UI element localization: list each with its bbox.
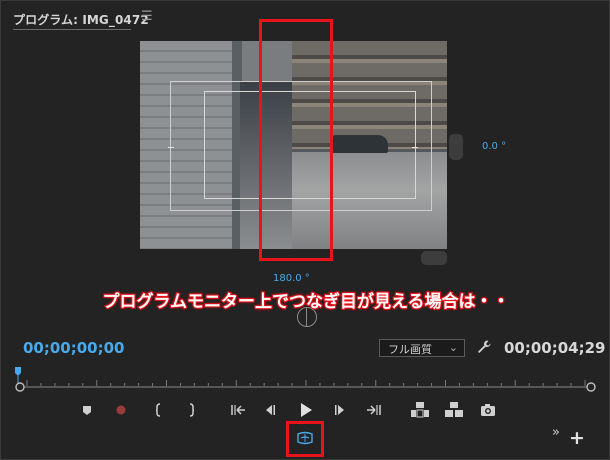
hamburger-icon[interactable]: ☰ — [141, 9, 153, 24]
in-point-handle[interactable] — [15, 382, 25, 392]
more-controls-icon[interactable]: » — [552, 425, 560, 440]
vr-guide-tick-right — [412, 147, 418, 148]
bracket-right-icon — [189, 403, 195, 417]
panel-tab-title[interactable]: プログラム: IMG_0472 — [13, 11, 149, 28]
lift-button[interactable] — [409, 399, 431, 421]
export-frame-button[interactable] — [477, 399, 499, 421]
lift-icon — [411, 402, 429, 418]
vertical-angle-readout[interactable]: 0.0 ° — [482, 141, 506, 152]
annotation-caption: プログラムモニター上でつなぎ目が見える場合は・・ — [102, 291, 511, 313]
current-timecode[interactable]: 00;00;00;00 — [23, 339, 125, 357]
vertical-angle-scroll[interactable] — [449, 134, 463, 160]
button-editor-plus-icon[interactable]: + — [569, 429, 585, 448]
go-to-in-button[interactable] — [226, 399, 248, 421]
step-back-button[interactable] — [258, 399, 280, 421]
vr-guide-tick-left — [168, 147, 174, 148]
horizontal-angle-scroll[interactable] — [421, 251, 447, 265]
record-button[interactable] — [110, 399, 132, 421]
out-point-handle[interactable] — [586, 382, 596, 392]
wrench-icon[interactable] — [475, 338, 493, 356]
extract-button[interactable] — [443, 399, 465, 421]
step-forward-icon — [335, 405, 344, 415]
mark-in-button[interactable] — [148, 399, 170, 421]
mark-out-button[interactable] — [180, 399, 202, 421]
go-to-out-button[interactable] — [364, 399, 386, 421]
play-button[interactable] — [294, 399, 316, 421]
seam-highlight-box — [259, 19, 333, 261]
horizontal-angle-readout[interactable]: 180.0 ° — [273, 273, 310, 284]
duration-timecode: 00;00;04;29 — [504, 339, 606, 357]
add-marker-button[interactable] — [76, 399, 98, 421]
program-monitor-panel: プログラム: IMG_0472 ☰ 0.0 ° 180.0 ° プログラムモニタ… — [0, 0, 610, 460]
chevron-down-icon: ⌄ — [448, 341, 458, 354]
step-forward-button[interactable] — [330, 399, 352, 421]
playback-resolution-value: フル画質 — [388, 343, 432, 356]
timeline-ruler[interactable] — [15, 367, 597, 397]
record-icon — [116, 405, 126, 415]
go-to-in-icon — [231, 405, 245, 415]
go-to-out-icon — [367, 405, 381, 415]
extract-icon — [445, 402, 463, 417]
vr-toggle-highlight-box — [286, 421, 324, 457]
marker-icon — [83, 406, 91, 415]
bracket-left-icon — [155, 403, 161, 417]
tab-underline — [13, 29, 131, 30]
play-icon — [301, 403, 312, 417]
playback-resolution-select[interactable]: フル画質 ⌄ — [379, 339, 465, 357]
camera-icon — [481, 404, 495, 416]
step-back-icon — [266, 405, 275, 415]
